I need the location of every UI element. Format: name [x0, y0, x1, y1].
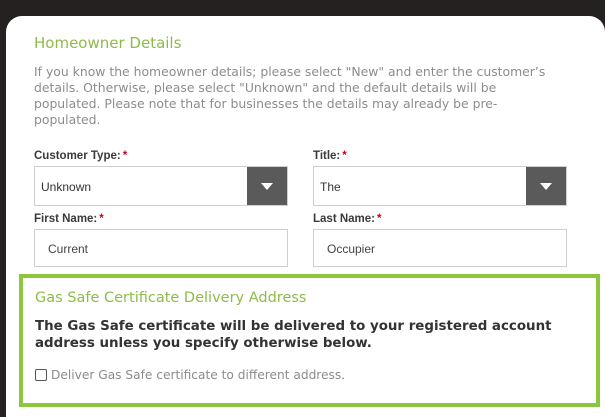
required-marker: * [99, 213, 104, 225]
chevron-down-icon[interactable] [247, 167, 287, 205]
gas-safe-title: Gas Safe Certificate Delivery Address [35, 290, 307, 306]
title-label-text: Title: [313, 150, 341, 162]
different-address-option[interactable]: Deliver Gas Safe certificate to differen… [35, 368, 345, 382]
required-marker: * [377, 213, 382, 225]
title-value: The [320, 180, 341, 194]
first-name-label: First Name: * [34, 213, 104, 225]
required-marker: * [122, 150, 128, 162]
chevron-down-icon[interactable] [526, 167, 566, 205]
last-name-label: Last Name: * [313, 213, 381, 225]
first-name-input[interactable]: Current [34, 229, 288, 267]
first-name-value: Current [48, 242, 89, 256]
customer-type-select[interactable]: Unknown [34, 166, 288, 206]
homeowner-section-title: Homeowner Details [34, 34, 182, 52]
homeowner-intro-text: If you know the homeowner details; pleas… [34, 64, 546, 127]
last-name-input[interactable]: Occupier [313, 229, 567, 267]
different-address-checkbox[interactable] [35, 369, 47, 381]
title-select[interactable]: The [313, 166, 567, 206]
first-name-label-text: First Name: [34, 213, 98, 225]
customer-type-label-text: Customer Type: [34, 150, 121, 162]
last-name-value: Occupier [327, 242, 376, 256]
customer-type-label: Customer Type: * [34, 150, 127, 162]
title-label: Title: * [313, 150, 347, 162]
different-address-label[interactable]: Deliver Gas Safe certificate to differen… [51, 368, 345, 382]
gas-safe-note: The Gas Safe certificate will be deliver… [35, 319, 552, 351]
last-name-label-text: Last Name: [313, 213, 375, 225]
gas-safe-delivery-box: Gas Safe Certificate Delivery Address Th… [19, 274, 600, 407]
customer-type-value: Unknown [41, 180, 92, 194]
required-marker: * [342, 150, 347, 162]
